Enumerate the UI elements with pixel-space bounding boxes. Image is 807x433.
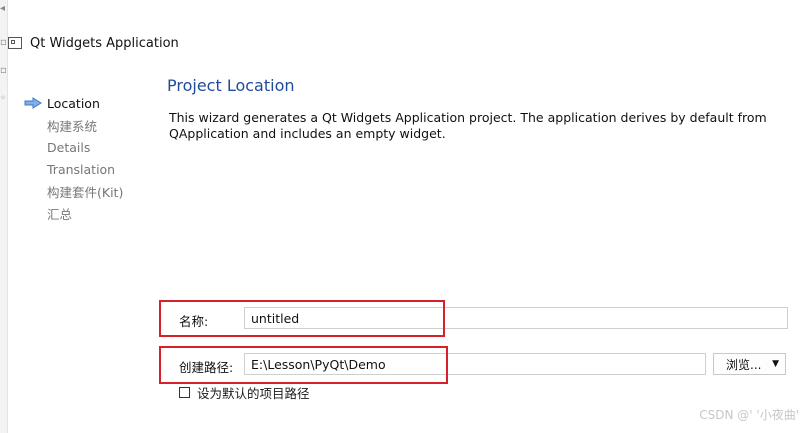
step-label: 构建系统: [47, 118, 98, 134]
page-title: Project Location: [167, 76, 295, 95]
step-label: Translation: [47, 161, 116, 177]
dropdown-caret-icon: ▼: [772, 359, 779, 369]
step-label: 汇总: [47, 206, 73, 222]
current-step-arrow-icon: [24, 97, 42, 109]
edge-fragment-icon: ▫: [0, 65, 7, 76]
default-path-option[interactable]: 设为默认的项目路径: [179, 383, 310, 402]
application-icon: [8, 37, 22, 49]
step-details: Details: [24, 136, 123, 158]
step-label: 构建套件(Kit): [47, 184, 124, 200]
step-label: Location: [47, 95, 100, 111]
step-label: Details: [47, 139, 91, 155]
left-window-edge: ◂ ▫ ▫ ◦: [0, 0, 8, 433]
wizard-title: Qt Widgets Application: [30, 35, 179, 51]
edge-fragment-icon: ◂: [0, 3, 6, 14]
page-description: This wizard generates a Qt Widgets Appli…: [169, 110, 767, 141]
wizard-header: Qt Widgets Application: [8, 32, 179, 54]
step-translation: Translation: [24, 158, 123, 180]
watermark: CSDN @' '小夜曲': [699, 408, 799, 422]
highlight-box-name: [159, 300, 445, 337]
step-build-system: 构建系统: [24, 114, 123, 136]
step-kits: 构建套件(Kit): [24, 180, 123, 202]
default-path-label: 设为默认的项目路径: [197, 386, 310, 401]
default-path-checkbox[interactable]: [179, 387, 190, 398]
edge-fragment-icon: ◦: [0, 93, 6, 104]
edge-fragment-icon: ▫: [0, 37, 7, 48]
step-location: Location: [24, 92, 123, 114]
browse-button[interactable]: 浏览... ▼: [713, 353, 786, 375]
wizard-steps: Location 构建系统 Details Translation 构建套件(K…: [24, 92, 123, 224]
highlight-box-path: [159, 346, 448, 384]
step-summary: 汇总: [24, 202, 123, 224]
browse-label: 浏览...: [726, 357, 762, 372]
